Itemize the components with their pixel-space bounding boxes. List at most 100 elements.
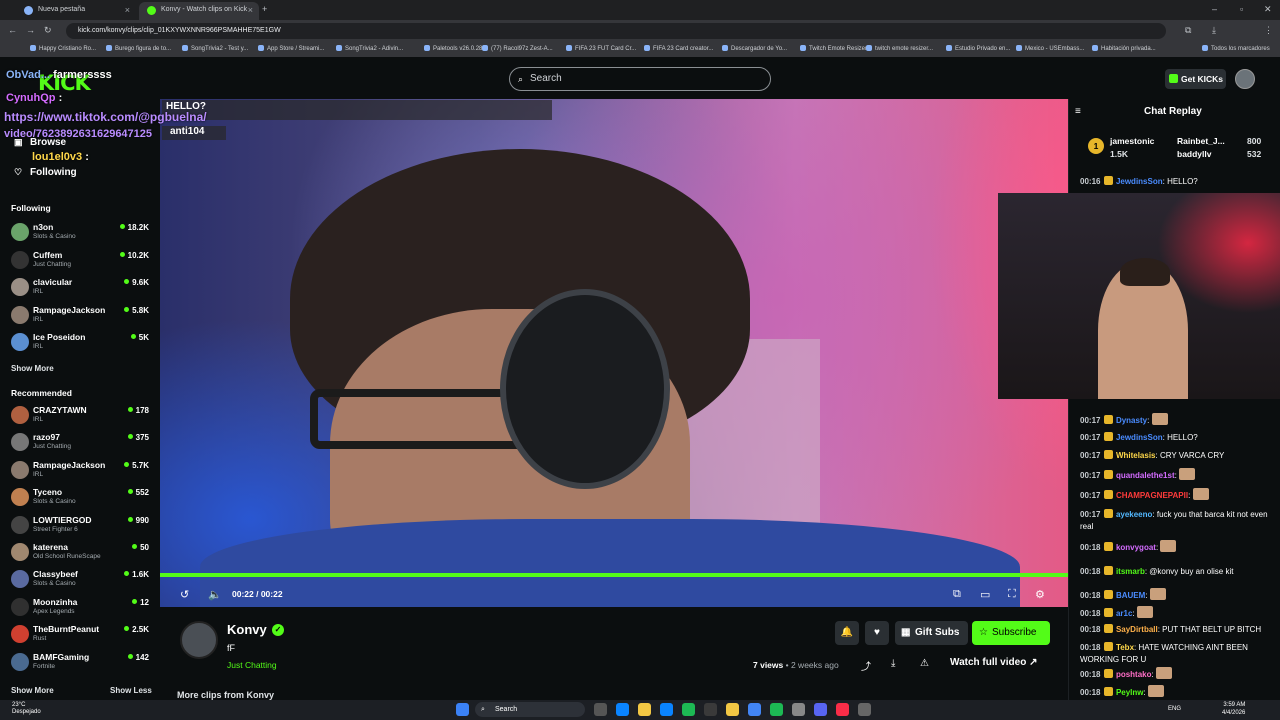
close-window-icon[interactable]: ✕	[1264, 4, 1272, 15]
sidebar-channel[interactable]: Tyceno Slots & Casino 552	[11, 486, 151, 512]
settings-icon[interactable]: ⚙	[1035, 588, 1045, 601]
download-clip-icon[interactable]: ⤓	[891, 658, 895, 669]
taskbar-app-icon[interactable]	[748, 703, 761, 716]
get-kicks-button[interactable]: Get KICKs	[1165, 69, 1226, 89]
tab-new-tab[interactable]: Nueva pestaña ×	[16, 2, 136, 20]
taskbar-app-icon[interactable]	[726, 703, 739, 716]
follow-button[interactable]: ♥	[865, 621, 889, 645]
streamer-name[interactable]: Konvy	[227, 622, 267, 637]
sidebar-channel[interactable]: TheBurntPeanut Rust 2.5K	[11, 623, 151, 649]
gift-subs-button[interactable]: ▦ Gift Subs	[895, 621, 968, 645]
extensions-icon[interactable]: ⧉	[1185, 25, 1191, 36]
new-tab-icon[interactable]: +	[262, 4, 267, 14]
taskbar-app-icon[interactable]	[770, 703, 783, 716]
close-icon[interactable]: ×	[248, 2, 253, 18]
replay-icon[interactable]: ↺	[180, 588, 189, 601]
close-icon[interactable]: ×	[125, 2, 130, 18]
theater-icon[interactable]: ▭	[980, 588, 990, 601]
message-user[interactable]: ar1c	[1116, 609, 1132, 618]
language-indicator[interactable]: ENG	[1168, 706, 1181, 712]
share-icon[interactable]: ⤴	[861, 658, 871, 673]
message-user[interactable]: Tebx	[1116, 643, 1134, 652]
sidebar-channel[interactable]: katerena Old School RuneScape 50	[11, 541, 151, 567]
taskbar-app-icon[interactable]	[660, 703, 673, 716]
bookmark-item[interactable]: Happy Cristiano Ro...	[30, 45, 96, 52]
bookmark-item[interactable]: Paletools v26.0.28	[424, 45, 482, 52]
bookmark-item[interactable]: FIFA 23 Card creator...	[644, 45, 713, 52]
gifter-name[interactable]: baddyllv	[1177, 149, 1211, 159]
download-icon[interactable]: ⤓	[1212, 25, 1216, 36]
message-user[interactable]: itsmarb	[1116, 567, 1145, 576]
taskbar-app-icon[interactable]	[594, 703, 607, 716]
sidebar-channel[interactable]: n3on Slots & Casino 18.2K	[11, 221, 151, 247]
bookmark-item[interactable]: Descargador de Yo...	[722, 45, 787, 52]
taskbar-app-icon[interactable]	[682, 703, 695, 716]
message-user[interactable]: JewdinsSon	[1116, 177, 1163, 186]
back-icon[interactable]: ←	[8, 25, 17, 35]
minimize-icon[interactable]: –	[1212, 4, 1217, 14]
user-avatar[interactable]	[1235, 69, 1255, 89]
bookmark-item[interactable]: SongTrivia2 - Test y...	[182, 45, 248, 52]
message-user[interactable]: Peylnw	[1116, 688, 1144, 697]
notification-bell-button[interactable]: 🔔	[835, 621, 859, 645]
taskbar-app-icon[interactable]	[792, 703, 805, 716]
show-less-button[interactable]: Show Less	[110, 686, 152, 695]
sidebar-channel[interactable]: CRAZYTAWN IRL 178	[11, 404, 151, 430]
taskbar-app-icon[interactable]	[814, 703, 827, 716]
message-user[interactable]: quandalethe1st	[1116, 471, 1175, 480]
volume-icon[interactable]: 🔈	[208, 588, 222, 601]
sidebar-channel[interactable]: LOWTIERGOD Street Fighter 6 990	[11, 514, 151, 540]
message-user[interactable]: ayekeeno	[1116, 510, 1152, 519]
bookmark-item[interactable]: FIFA 23 FUT Card Cr...	[566, 45, 636, 52]
bookmark-item[interactable]: App Store / Streami...	[258, 45, 324, 52]
sidebar-channel[interactable]: BAMFGaming Fortnite 142	[11, 651, 151, 677]
taskbar-app-icon[interactable]	[638, 703, 651, 716]
chat-collapse-icon[interactable]: ≡	[1075, 106, 1081, 117]
forward-icon[interactable]: →	[26, 25, 35, 35]
sidebar-channel[interactable]: RampageJackson IRL 5.7K	[11, 459, 151, 485]
all-bookmarks[interactable]: Todos los marcadores	[1202, 45, 1270, 52]
message-user[interactable]: poshtako	[1116, 670, 1152, 679]
watch-full-video-link[interactable]: Watch full video ↗	[950, 657, 1037, 668]
taskbar-app-icon[interactable]	[858, 703, 871, 716]
gifter-name[interactable]: jamestonic	[1110, 136, 1154, 146]
show-more-recommended-button[interactable]: Show More	[11, 686, 54, 695]
message-user[interactable]: konvygoat	[1116, 543, 1156, 552]
sidebar-channel[interactable]: Cuffem Just Chatting 10.2K	[11, 249, 151, 275]
taskbar-app-icon[interactable]	[836, 703, 849, 716]
bookmark-item[interactable]: (77) Racol97z Zest-A...	[482, 45, 553, 52]
report-icon[interactable]: ⚠	[920, 658, 929, 669]
clip-category[interactable]: Just Chatting	[227, 660, 277, 670]
bookmark-item[interactable]: twitch emote resizer...	[866, 45, 933, 52]
sidebar-channel[interactable]: Classybeef Slots & Casino 1.6K	[11, 568, 151, 594]
streamer-avatar[interactable]	[180, 621, 218, 659]
sidebar-channel[interactable]: Ice Poseidon IRL 5K	[11, 331, 151, 357]
windows-start-icon[interactable]	[456, 703, 469, 716]
pip-icon[interactable]: ⧉	[953, 588, 961, 601]
sidebar-item-following[interactable]: ♡ Following	[14, 167, 77, 178]
message-user[interactable]: Dynasty	[1116, 416, 1147, 425]
search-input[interactable]: ⌕ Search	[509, 67, 771, 91]
bookmark-item[interactable]: Twitch Emote Resizer	[800, 45, 867, 52]
bookmark-item[interactable]: Habitación privada...	[1092, 45, 1156, 52]
taskbar-app-icon[interactable]	[704, 703, 717, 716]
taskbar-search[interactable]: ⌕ Search	[475, 702, 585, 717]
sidebar-channel[interactable]: clavicular IRL 9.6K	[11, 276, 151, 302]
bookmark-item[interactable]: SongTrivia2 - Adivin...	[336, 45, 403, 52]
message-user[interactable]: SayDirtball	[1116, 625, 1158, 634]
sidebar-channel[interactable]: razo97 Just Chatting 375	[11, 431, 151, 457]
message-user[interactable]: JewdinsSon	[1116, 433, 1163, 442]
menu-icon[interactable]: ⋮	[1264, 25, 1273, 36]
reload-icon[interactable]: ↻	[44, 25, 52, 36]
sidebar-channel[interactable]: Moonzinha Apex Legends 12	[11, 596, 151, 622]
bookmark-item[interactable]: Estudio Privado en...	[946, 45, 1010, 52]
message-user[interactable]: Whitelasis	[1116, 451, 1156, 460]
subscribe-button[interactable]: ☆ Subscribe	[972, 621, 1050, 645]
video-player[interactable]	[160, 99, 1068, 607]
fullscreen-icon[interactable]: ⛶	[1008, 588, 1016, 601]
sidebar-channel[interactable]: RampageJackson IRL 5.8K	[11, 304, 151, 330]
tab-kick[interactable]: Konvy - Watch clips on Kick ×	[139, 2, 259, 20]
weather-widget[interactable]: 23°C Despejado	[12, 702, 41, 716]
gifter-name[interactable]: Rainbet_J...	[1177, 136, 1225, 146]
bookmark-item[interactable]: Burego figura de to...	[106, 45, 171, 52]
